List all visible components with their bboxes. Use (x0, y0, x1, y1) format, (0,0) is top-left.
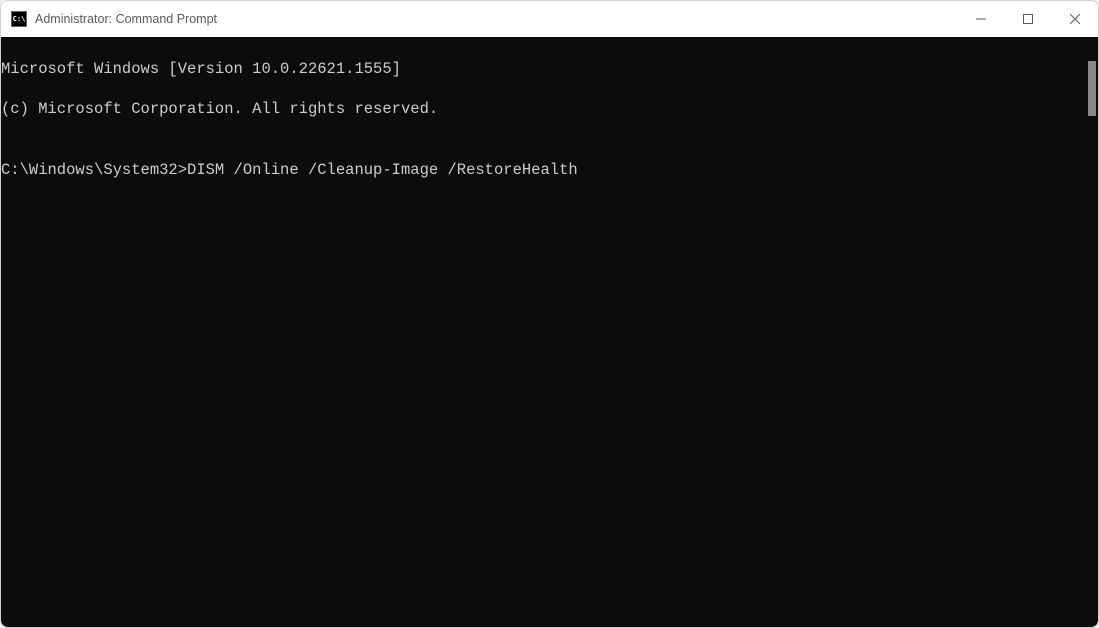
cmd-icon-label: C:\ (13, 16, 26, 23)
cmd-icon: C:\ (11, 11, 27, 27)
terminal-prompt-line: C:\Windows\System32>DISM /Online /Cleanu… (1, 160, 1098, 180)
terminal-line: (c) Microsoft Corporation. All rights re… (1, 99, 1098, 119)
terminal-area[interactable]: Microsoft Windows [Version 10.0.22621.15… (1, 37, 1098, 627)
maximize-button[interactable] (1004, 1, 1051, 37)
maximize-icon (1023, 14, 1033, 24)
minimize-icon (976, 14, 986, 24)
command-prompt-window: C:\ Administrator: Command Prompt Micros… (0, 0, 1099, 628)
terminal-line: Microsoft Windows [Version 10.0.22621.15… (1, 59, 1098, 79)
close-button[interactable] (1051, 1, 1098, 37)
terminal-content: Microsoft Windows [Version 10.0.22621.15… (1, 37, 1098, 220)
titlebar[interactable]: C:\ Administrator: Command Prompt (1, 1, 1098, 37)
vertical-scrollbar[interactable] (1088, 61, 1096, 116)
window-title: Administrator: Command Prompt (35, 12, 957, 26)
minimize-button[interactable] (957, 1, 1004, 37)
close-icon (1070, 14, 1080, 24)
window-controls (957, 1, 1098, 37)
